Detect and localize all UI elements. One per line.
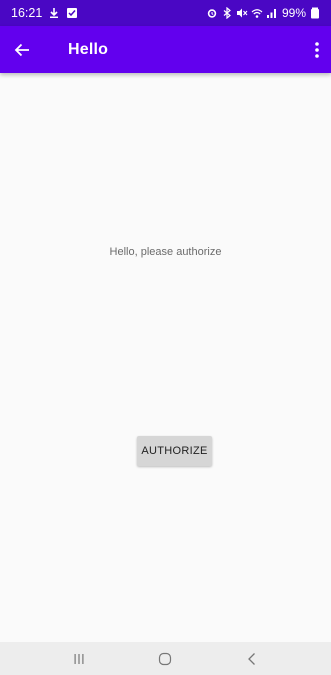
signal-icon	[266, 7, 278, 19]
mute-icon	[236, 7, 248, 19]
back-button[interactable]	[14, 26, 52, 73]
wifi-icon	[251, 7, 263, 19]
battery-icon	[309, 7, 321, 19]
app-title: Hello	[68, 40, 109, 58]
nav-bar	[0, 642, 331, 675]
recent-apps-icon	[74, 653, 84, 664]
notification-check-icon	[66, 7, 78, 19]
status-time: 16:21	[11, 6, 43, 20]
status-bar: 16:21 99%	[0, 0, 331, 26]
status-left: 16:21	[11, 6, 78, 20]
overflow-menu-button[interactable]	[307, 26, 327, 73]
bluetooth-icon	[221, 7, 233, 19]
alarm-icon	[206, 7, 218, 19]
app-screen: 16:21 99% Hello Hello, please authorize …	[0, 0, 331, 675]
back-nav-button[interactable]	[232, 642, 272, 675]
recent-apps-button[interactable]	[59, 642, 99, 675]
authorize-button[interactable]: AUTHORIZE	[137, 436, 212, 466]
home-icon	[159, 652, 172, 665]
back-nav-icon	[247, 652, 255, 665]
more-vert-icon	[315, 41, 319, 58]
battery-percent: 99%	[281, 6, 306, 20]
authorize-message: Hello, please authorize	[109, 246, 222, 258]
status-right: 99%	[206, 6, 321, 20]
download-icon	[48, 7, 60, 19]
home-button[interactable]	[145, 642, 185, 675]
app-bar: Hello	[0, 26, 331, 73]
back-arrow-icon	[14, 43, 29, 56]
